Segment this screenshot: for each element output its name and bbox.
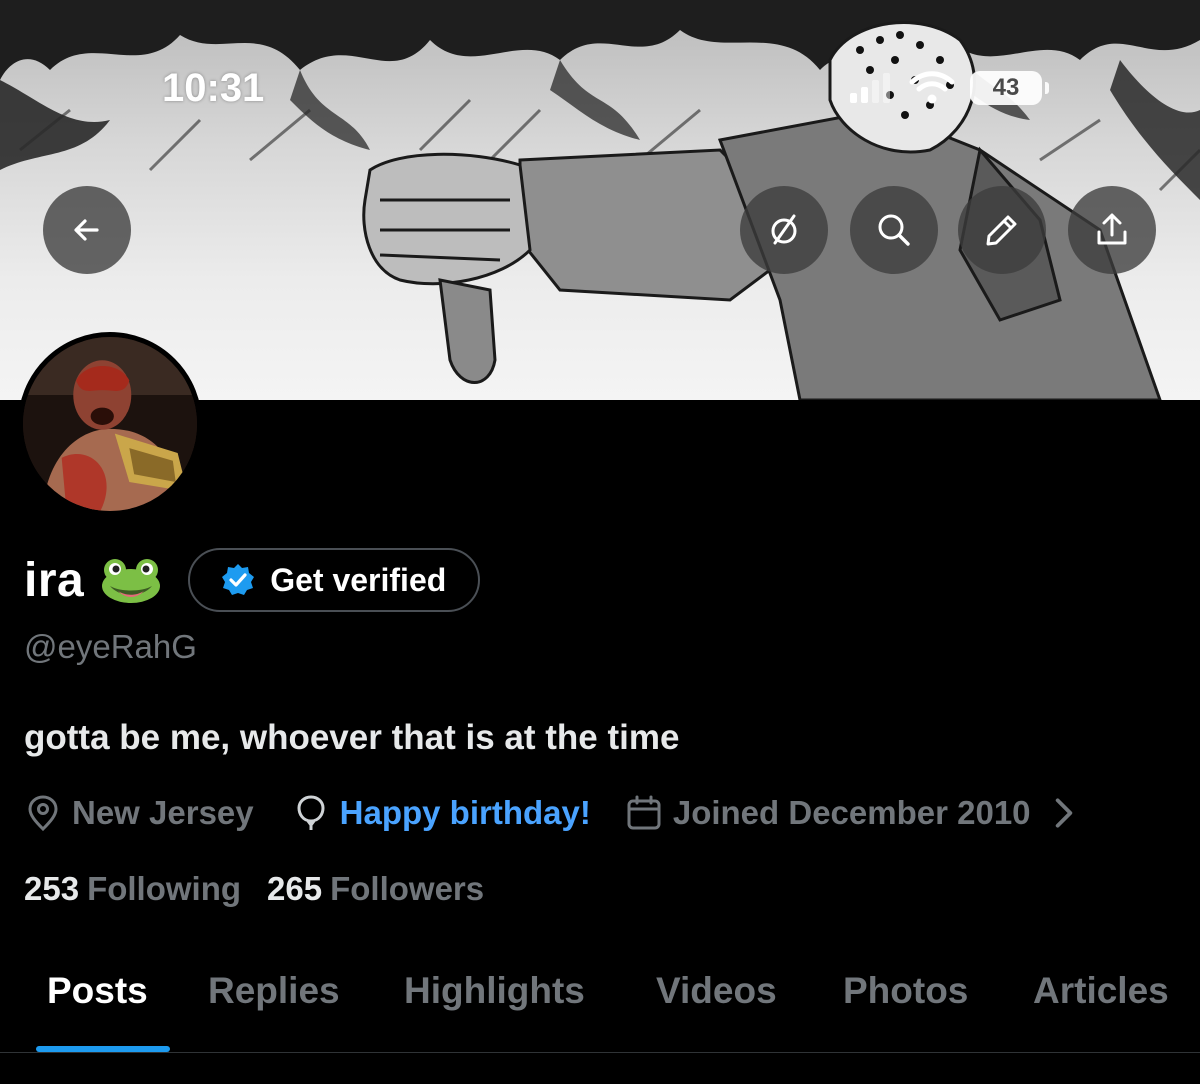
search-button[interactable] <box>850 186 938 274</box>
followers-label: Followers <box>330 870 485 907</box>
location-text: New Jersey <box>72 794 254 831</box>
grok-icon <box>771 214 797 245</box>
profile-banner[interactable]: 10:31 43 <box>0 0 1200 400</box>
tab-highlights[interactable]: Highlights <box>404 970 585 1012</box>
search-icon <box>878 214 910 246</box>
birthday-text: Happy birthday! <box>339 794 591 831</box>
back-button[interactable] <box>43 186 131 274</box>
profile-name-row: ira Get verified <box>24 548 481 612</box>
battery-indicator: 43 <box>970 71 1049 105</box>
share-icon <box>1097 213 1127 245</box>
balloon-icon <box>297 795 325 830</box>
tab-videos[interactable]: Videos <box>656 970 777 1012</box>
share-button[interactable] <box>1068 186 1156 274</box>
follow-counts: 253 Following 265 Followers <box>24 870 484 908</box>
tab-replies[interactable]: Replies <box>208 970 340 1012</box>
arrow-left-icon <box>74 219 99 241</box>
profile-birthday[interactable]: Happy birthday! <box>292 794 591 832</box>
tab-posts[interactable]: Posts <box>47 970 148 1012</box>
tabs-divider <box>0 1052 1200 1053</box>
frog-emoji-icon <box>102 559 161 603</box>
profile-handle: @eyeRahG <box>24 628 197 665</box>
joined-text: Joined December 2010 <box>672 794 1031 831</box>
grok-button[interactable] <box>740 186 828 274</box>
profile-tabs: Posts Replies Highlights Videos Photos A… <box>0 960 1200 1054</box>
following-label: Following <box>87 870 242 907</box>
location-pin-icon <box>28 795 58 832</box>
chevron-right-icon <box>1055 798 1072 828</box>
followers-count: 265 <box>267 870 323 907</box>
profile-location: New Jersey <box>24 794 254 832</box>
battery-level: 43 <box>992 74 1020 101</box>
get-verified-button[interactable]: Get verified <box>188 548 481 612</box>
display-name: ira <box>24 553 85 607</box>
tab-photos[interactable]: Photos <box>843 970 968 1012</box>
profile-bio: gotta be me, whoever that is at the time <box>24 718 680 757</box>
edit-button[interactable] <box>958 186 1046 274</box>
wifi-icon <box>909 71 955 104</box>
get-verified-label: Get verified <box>270 561 447 598</box>
profile-avatar[interactable] <box>18 332 202 516</box>
profile-joined[interactable]: Joined December 2010 <box>625 794 1093 832</box>
followers-link[interactable]: 265 Followers <box>267 870 484 908</box>
following-count: 253 <box>24 870 80 907</box>
status-bar-time: 10:31 <box>162 66 265 110</box>
status-bar-icons: 43 <box>848 70 1049 106</box>
profile-meta-row: New Jersey Happy birthday! Joined Decemb… <box>24 792 1093 834</box>
following-link[interactable]: 253 Following <box>24 870 241 908</box>
cellular-signal-icon <box>850 73 890 103</box>
verified-badge-icon <box>222 564 255 595</box>
tab-articles[interactable]: Articles <box>1033 970 1169 1012</box>
calendar-icon <box>627 795 661 830</box>
edit-pencil-icon <box>986 215 1017 246</box>
avatar-photo <box>23 337 197 511</box>
